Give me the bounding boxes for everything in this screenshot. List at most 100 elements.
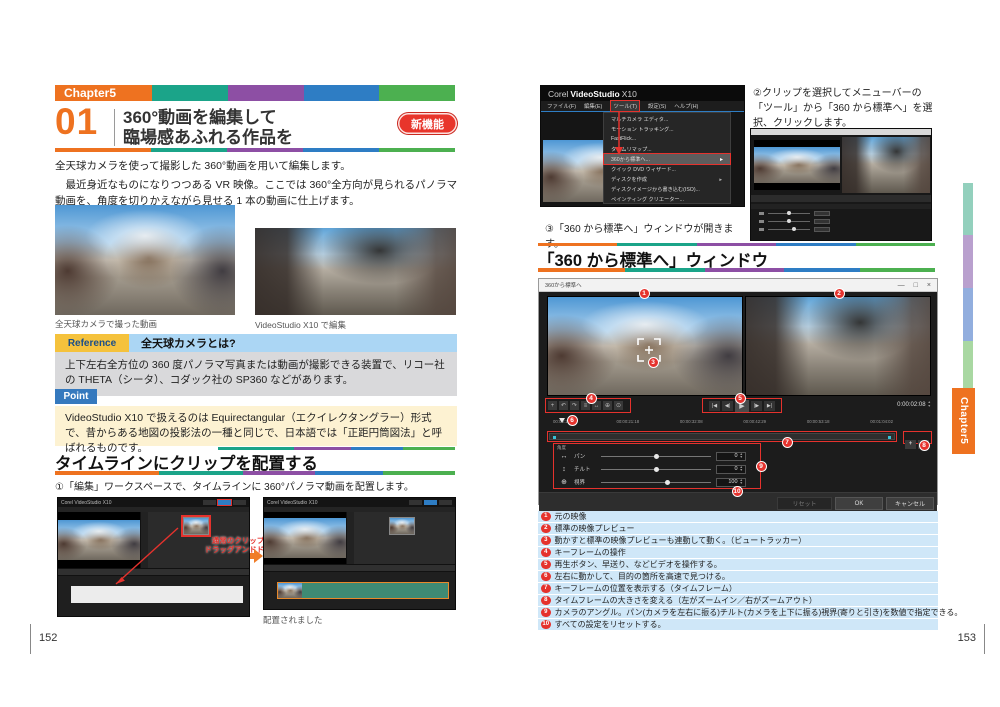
window-titlebar: 360から標準へ — □ × — [539, 279, 937, 292]
editor-titlebar: Corel VideoStudio X10 — [264, 498, 455, 507]
next-frame-icon[interactable]: |▶ — [751, 401, 762, 411]
photo-360-panorama — [55, 205, 235, 315]
ruler-tick: 00:01:04:02 — [870, 419, 893, 424]
menu-item-multicam[interactable]: マルチカメラ エディタ... — [604, 114, 730, 124]
timecode-spinner[interactable]: ▲▼ — [928, 401, 931, 408]
menu-item-quick-dvd[interactable]: クイック DVD ウィザード... — [604, 164, 730, 174]
app-title-corel: Corel — [548, 89, 568, 99]
small-slider-row — [751, 217, 931, 225]
workspace-tab-share[interactable] — [233, 500, 246, 505]
page-title-line2: 臨場感あふれる作品を — [123, 123, 293, 148]
reset-button[interactable]: リセット — [777, 497, 832, 510]
menu-item-motion-tracking[interactable]: モーション トラッキング... — [604, 124, 730, 134]
tilt-icon: ↕ — [559, 466, 569, 473]
ok-button[interactable]: OK — [835, 497, 883, 510]
pan-value-spinner[interactable]: 0 ▲▼ — [716, 452, 746, 461]
callout-6: 6 — [567, 415, 578, 426]
section-heading-top-rule — [538, 243, 935, 246]
timeframe-track[interactable] — [549, 433, 895, 440]
tilt-slider[interactable] — [601, 469, 711, 470]
photo1-caption: 全天球カメラで撮った動画 — [55, 318, 157, 330]
section-number: 01 — [55, 101, 98, 143]
zoom-in-icon[interactable]: + — [905, 440, 916, 449]
menu-edit[interactable]: 編集(E) — [584, 102, 602, 110]
playhead-marker[interactable] — [559, 418, 565, 423]
legend-row: 9カメラのアングル。パン(カメラを左右に振る)チルト(カメラを上下に振る)視界(… — [538, 607, 938, 618]
menu-item-fastflick[interactable]: FastFlick... — [604, 134, 730, 144]
timecode-value: 0:00:02:08 — [897, 402, 925, 408]
legend-row: 4キーフレームの操作 — [538, 547, 938, 558]
page-number-right: 153 — [938, 624, 985, 654]
strip-segment — [963, 341, 973, 395]
menu-item-360-to-standard[interactable]: 360から標準へ... ▸ — [604, 154, 730, 164]
go-end-icon[interactable]: ▶| — [764, 401, 775, 411]
timeline-empty-track[interactable] — [71, 586, 243, 603]
tilt-value-spinner[interactable]: 0 ▲▼ — [716, 465, 746, 474]
submenu-arrow-icon: ► — [719, 177, 723, 182]
menu-tools[interactable]: ツール(T) — [610, 100, 640, 112]
timeline-ruler: 00:00:10:29 00:00:21:18 00:00:32:08 00:0… — [553, 419, 893, 424]
timeline-pane — [264, 571, 455, 609]
callout-9: 9 — [756, 461, 767, 472]
close-icon[interactable]: × — [927, 282, 931, 289]
header-bar-segment — [228, 85, 304, 101]
maximize-icon[interactable]: □ — [914, 282, 918, 289]
header-bar-segment — [152, 85, 228, 101]
small-slider-row — [751, 209, 931, 217]
legend-row: 5再生ボタン、早送り、などビデオを操作する。 — [538, 559, 938, 570]
editor-library-pane — [346, 512, 455, 564]
legend-row: 10すべての設定をリセットする。 — [538, 619, 938, 630]
cancel-button[interactable]: キャンセル — [886, 497, 934, 510]
source-360-preview[interactable] — [547, 296, 743, 396]
workspace-tab-capture[interactable] — [203, 500, 216, 505]
callout-3: 3 — [648, 357, 659, 368]
minimize-icon[interactable]: — — [898, 282, 905, 289]
timeline-toolbar — [264, 564, 455, 571]
ruler-tick: 00:00:21:18 — [616, 419, 639, 424]
menu-file[interactable]: ファイル(F) — [547, 102, 576, 110]
prev-frame-icon[interactable]: ◀| — [722, 401, 733, 411]
chapter-header-bar: Chapter5 — [55, 85, 455, 101]
app-menubar: ファイル(F) 編集(E) ツール(T) 設定(S) ヘルプ(H) — [541, 101, 744, 112]
fov-label: 視界 — [574, 478, 596, 486]
editor-preview-pane — [264, 512, 346, 564]
workspace-tab-capture[interactable] — [409, 500, 422, 505]
menu-item-time-remap[interactable]: タイムリマップ... — [604, 144, 730, 154]
strip-segment — [963, 183, 973, 235]
library-clip-thumbnail[interactable] — [183, 517, 209, 535]
fov-icon: ⊕ — [559, 478, 569, 486]
editor-app-title: Corel VideoStudio X10 — [267, 500, 318, 506]
timeline-pane — [58, 575, 249, 616]
legend-row: 8タイムフレームの大きさを変える（左がズームイン／右がズームアウト） — [538, 595, 938, 606]
section-heading-bottom-rule — [55, 471, 455, 475]
menu-help[interactable]: ヘルプ(H) — [674, 102, 698, 110]
menu-item-burn-iso[interactable]: ディスクイメージから書き込む(ISO)... — [604, 184, 730, 194]
menu-settings[interactable]: 設定(S) — [648, 102, 666, 110]
workspace-tab-edit[interactable] — [424, 500, 437, 505]
timeline-placed-clip[interactable] — [277, 582, 449, 599]
result-caption: 配置されました — [263, 614, 323, 626]
keyframe-redo-icon[interactable]: ↷ — [570, 401, 579, 410]
library-clip-thumbnail[interactable] — [389, 517, 415, 535]
tools-menu-screenshot: Corel VideoStudio X10 ファイル(F) 編集(E) ツール(… — [540, 85, 745, 207]
reference-body: 上下左右全方位の 360 度パノラマ写真または動画が撮影できる装置で、リコー社の… — [55, 352, 457, 396]
keyframe-next-icon[interactable]: ⊙ — [614, 401, 623, 410]
callout-7: 7 — [782, 437, 793, 448]
small-slider-row — [751, 225, 931, 233]
workspace-tab-edit[interactable] — [218, 500, 231, 505]
menu-item-create-disc[interactable]: ディスクを作成 ► — [604, 174, 730, 184]
editor-library-pane: 通常のクリップと同様に ドラッグアンドドロップする — [140, 512, 249, 568]
section-heading-bottom-rule — [538, 268, 935, 272]
keyframe-add-icon[interactable]: + — [548, 401, 557, 410]
go-start-icon[interactable]: |◀ — [709, 401, 720, 411]
menu-item-painting-creator[interactable]: ペインティング クリエーター... — [604, 194, 730, 204]
pan-slider[interactable] — [601, 456, 711, 457]
workspace-tab-share[interactable] — [439, 500, 452, 505]
point-label: Point — [55, 389, 97, 404]
keyframe-prev-icon[interactable]: ⊕ — [603, 401, 612, 410]
standard-preview — [745, 296, 931, 396]
editor-titlebar: Corel VideoStudio X10 — [58, 498, 249, 507]
keyframe-undo-icon[interactable]: ↶ — [559, 401, 568, 410]
fov-value-spinner[interactable]: 100 ▲▼ — [716, 478, 746, 487]
fov-slider[interactable] — [601, 482, 711, 483]
